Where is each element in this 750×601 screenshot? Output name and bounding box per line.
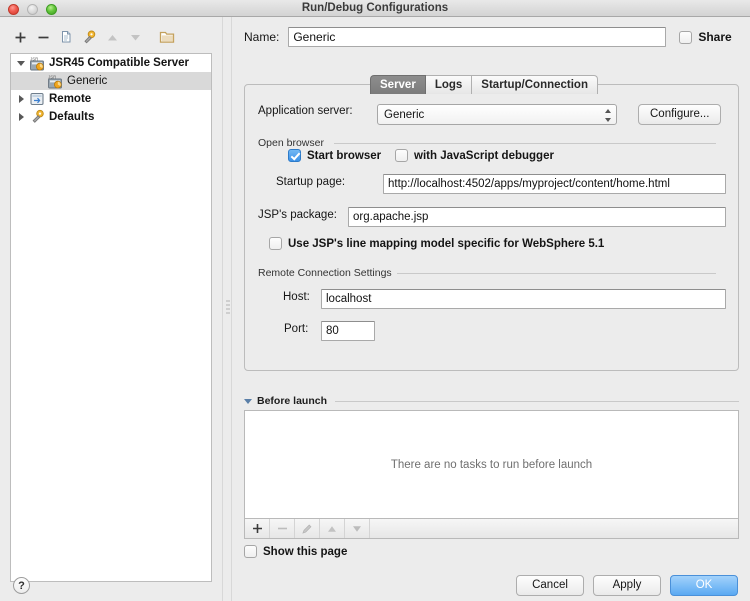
jsr45-server-icon: JSR: [47, 73, 64, 89]
twisty-expanded-icon[interactable]: [244, 399, 252, 404]
tree-toolbar: [10, 26, 177, 48]
share-checkbox[interactable]: Share: [679, 30, 731, 44]
chevron-updown-icon[interactable]: [604, 109, 611, 122]
open-browser-group-label: Open browser: [258, 137, 330, 149]
pencil-icon[interactable]: [295, 519, 320, 538]
tree-item-label: JSR45 Compatible Server: [49, 57, 189, 69]
panel-splitter[interactable]: [222, 17, 232, 601]
name-label: Name:: [244, 30, 279, 44]
configuration-editor: Name: Share Server Logs Startup/Connecti…: [232, 17, 750, 601]
remote-icon: [29, 91, 46, 107]
js-debugger-label: with JavaScript debugger: [414, 150, 554, 162]
tree-item-label: Remote: [49, 93, 91, 105]
application-server-select[interactable]: Generic: [377, 104, 617, 125]
tree-item-jsr45-compatible-server[interactable]: JSR JSR45 Compatible Server: [11, 54, 211, 72]
tab-startup-connection[interactable]: Startup/Connection: [472, 75, 598, 94]
tree-item-label: Defaults: [49, 111, 94, 123]
twisty-expanded-icon[interactable]: [13, 61, 29, 66]
before-launch-line: [335, 401, 739, 402]
startup-page-row: Startup page:: [276, 176, 345, 188]
splitter-grip[interactable]: [226, 300, 230, 322]
share-label: Share: [698, 30, 731, 44]
apply-button[interactable]: Apply: [593, 575, 661, 596]
editor-tabs[interactable]: Server Logs Startup/Connection: [370, 75, 598, 94]
host-label: Host:: [283, 291, 310, 303]
remove-button[interactable]: [33, 27, 54, 47]
name-row: Name: Share: [244, 26, 744, 48]
start-browser-checkbox[interactable]: Start browser: [288, 149, 381, 162]
checkbox-box[interactable]: [288, 149, 301, 162]
move-down-button[interactable]: [125, 27, 146, 47]
ok-button[interactable]: OK: [670, 575, 738, 596]
start-browser-label: Start browser: [307, 150, 381, 162]
move-task-up-button[interactable]: [320, 519, 345, 538]
open-browser-group-line: [334, 143, 716, 144]
tree-item-label: Generic: [67, 75, 107, 87]
remove-task-button[interactable]: [270, 519, 295, 538]
server-tab-panel: Application server: Generic Configure...…: [244, 84, 739, 371]
js-debugger-checkbox[interactable]: with JavaScript debugger: [395, 149, 554, 162]
before-launch-header[interactable]: Before launch: [244, 395, 327, 407]
dialog-buttons: Cancel Apply OK: [516, 575, 738, 596]
host-input[interactable]: [321, 289, 726, 309]
application-server-label: Application server:: [258, 105, 353, 117]
twisty-collapsed-icon[interactable]: [13, 113, 29, 121]
show-this-page-label: Show this page: [263, 546, 347, 558]
tab-server[interactable]: Server: [370, 75, 426, 94]
twisty-collapsed-icon[interactable]: [13, 95, 29, 103]
jsp-package-row: JSP's package:: [258, 209, 337, 221]
configure-button[interactable]: Configure...: [638, 104, 721, 125]
tree-item-remote[interactable]: Remote: [11, 90, 211, 108]
checkbox-box[interactable]: [269, 237, 282, 250]
move-task-down-button[interactable]: [345, 519, 370, 538]
websphere-line-mapping-checkbox[interactable]: Use JSP's line mapping model specific fo…: [269, 237, 604, 250]
port-row: Port:: [284, 323, 308, 335]
add-button[interactable]: [10, 27, 31, 47]
configurations-tree[interactable]: JSR JSR45 Compatible Server JSR: [10, 53, 212, 582]
configurations-sidebar: JSR JSR45 Compatible Server JSR: [0, 17, 222, 601]
remote-connection-group-line: [397, 273, 716, 274]
wrench-icon[interactable]: [79, 27, 100, 47]
remote-connection-group-label: Remote Connection Settings: [258, 267, 398, 279]
startup-page-input[interactable]: [383, 174, 726, 194]
port-label: Port:: [284, 323, 308, 335]
name-input[interactable]: [288, 27, 666, 47]
toolbar-filler: [370, 519, 738, 538]
jsr45-server-icon: JSR: [29, 55, 46, 71]
wrench-icon: [29, 109, 46, 125]
move-up-button[interactable]: [102, 27, 123, 47]
help-button[interactable]: ?: [13, 577, 30, 594]
host-row: Host:: [283, 291, 310, 303]
folder-icon[interactable]: [156, 27, 177, 47]
jsp-package-label: JSP's package:: [258, 209, 337, 221]
jsp-package-input[interactable]: [348, 207, 726, 227]
tree-item-generic[interactable]: JSR Generic: [11, 72, 211, 90]
tab-logs[interactable]: Logs: [426, 75, 472, 94]
show-this-page-checkbox[interactable]: Show this page: [244, 545, 347, 558]
copy-page-icon[interactable]: [56, 27, 77, 47]
checkbox-box[interactable]: [244, 545, 257, 558]
websphere-line-mapping-label: Use JSP's line mapping model specific fo…: [288, 238, 604, 250]
startup-page-label: Startup page:: [276, 176, 345, 188]
checkbox-box[interactable]: [679, 31, 692, 44]
add-task-button[interactable]: [245, 519, 270, 538]
window-title: Run/Debug Configurations: [0, 1, 750, 16]
application-server-row: Application server:: [258, 105, 353, 117]
port-input[interactable]: [321, 321, 375, 341]
checkbox-box[interactable]: [395, 149, 408, 162]
before-launch-title: Before launch: [257, 395, 327, 407]
tree-item-defaults[interactable]: Defaults: [11, 108, 211, 126]
application-server-value: Generic: [384, 109, 424, 121]
window-titlebar: Run/Debug Configurations: [0, 0, 750, 17]
before-launch-toolbar: [244, 519, 739, 539]
before-launch-empty-text: There are no tasks to run before launch: [391, 459, 592, 471]
cancel-button[interactable]: Cancel: [516, 575, 584, 596]
before-launch-task-list[interactable]: There are no tasks to run before launch: [244, 410, 739, 519]
